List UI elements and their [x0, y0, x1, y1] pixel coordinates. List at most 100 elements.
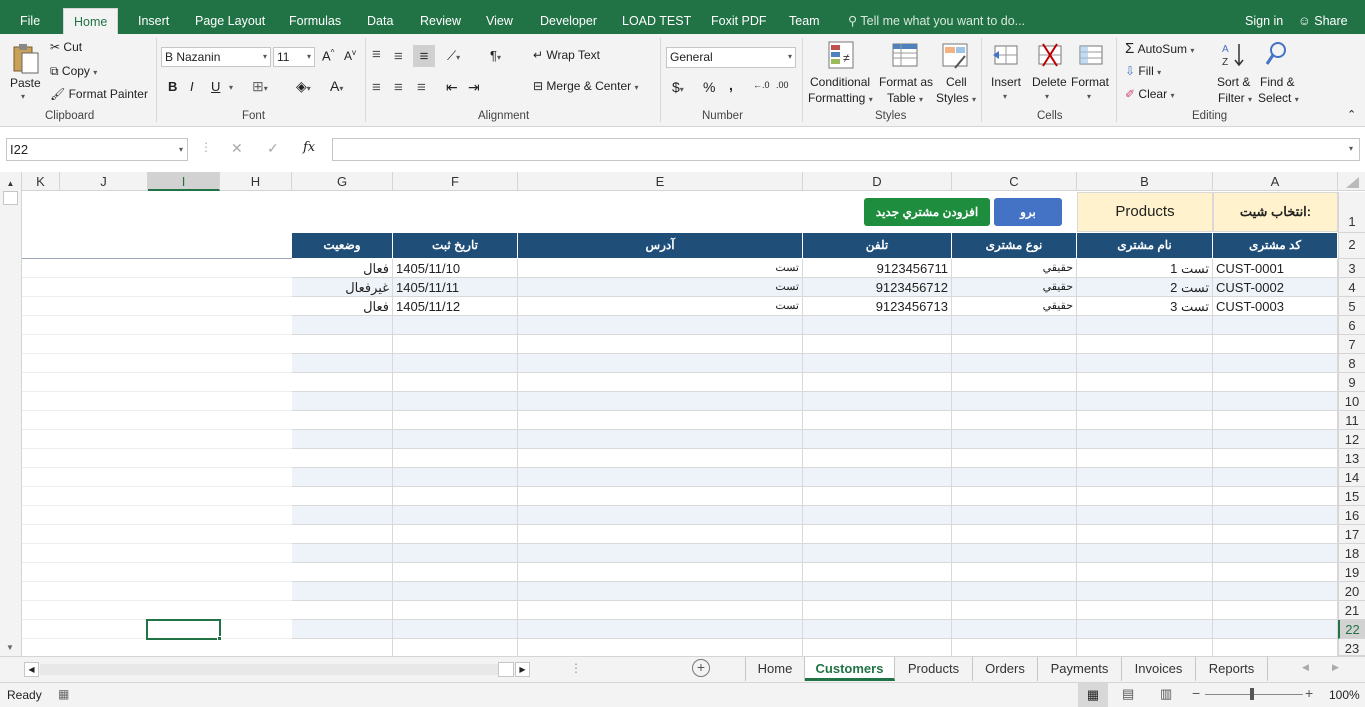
- empty-cell[interactable]: [952, 373, 1077, 392]
- find-select-icon[interactable]: [1263, 39, 1291, 71]
- row-header-6[interactable]: 6: [1338, 316, 1365, 335]
- empty-cell[interactable]: [803, 411, 952, 430]
- empty-cell[interactable]: [1077, 449, 1213, 468]
- empty-area-row[interactable]: [22, 411, 292, 430]
- empty-cell[interactable]: [518, 335, 803, 354]
- delete-cells-button[interactable]: Delete: [1032, 75, 1067, 89]
- empty-cell[interactable]: [292, 411, 393, 430]
- sort-filter-label[interactable]: Filter ▾: [1218, 91, 1252, 105]
- empty-cell[interactable]: [1077, 354, 1213, 373]
- insert-function-button[interactable]: fx: [303, 140, 315, 155]
- cell-styles-label[interactable]: Styles ▾: [936, 91, 976, 105]
- empty-area-row[interactable]: [22, 563, 292, 582]
- cell-phone[interactable]: 9123456713: [803, 297, 952, 316]
- conditional-formatting-button[interactable]: Conditional: [810, 75, 870, 89]
- cell-status[interactable]: فعال: [292, 297, 393, 316]
- delete-cells-icon[interactable]: [1034, 39, 1066, 71]
- empty-cell[interactable]: [518, 487, 803, 506]
- row-header-9[interactable]: 9: [1338, 373, 1365, 392]
- empty-cell[interactable]: [518, 316, 803, 335]
- empty-cell[interactable]: [803, 392, 952, 411]
- number-format-dropdown[interactable]: General ▾: [666, 47, 796, 68]
- tab-review[interactable]: Review: [420, 0, 461, 34]
- empty-cell[interactable]: [1077, 582, 1213, 601]
- format-cells-button[interactable]: Format: [1071, 75, 1109, 89]
- comma-button[interactable]: ,: [729, 77, 733, 93]
- empty-cell[interactable]: [393, 373, 518, 392]
- name-box[interactable]: I22 ▾: [6, 138, 188, 161]
- empty-cell[interactable]: [1213, 620, 1338, 639]
- italic-button[interactable]: I: [190, 79, 194, 94]
- sheet-tab-products[interactable]: Products: [895, 657, 973, 681]
- row-header-7[interactable]: 7: [1338, 335, 1365, 354]
- empty-cell[interactable]: [952, 582, 1077, 601]
- tab-team[interactable]: Team: [789, 0, 820, 34]
- column-header-b[interactable]: B: [1077, 172, 1213, 191]
- empty-cell[interactable]: [292, 335, 393, 354]
- empty-cell[interactable]: [952, 506, 1077, 525]
- row-header-23[interactable]: 23: [1338, 639, 1365, 656]
- rtl-paragraph-icon[interactable]: ¶▾: [490, 48, 501, 63]
- empty-cell[interactable]: [803, 316, 952, 335]
- row-header-16[interactable]: 16: [1338, 506, 1365, 525]
- vertical-scroll-thumb[interactable]: [3, 191, 18, 205]
- empty-cell[interactable]: [393, 335, 518, 354]
- empty-cell[interactable]: [292, 487, 393, 506]
- empty-cell[interactable]: [292, 620, 393, 639]
- cell-customer-type[interactable]: حقيقي: [952, 259, 1077, 278]
- formula-input[interactable]: [332, 138, 1360, 161]
- empty-cell[interactable]: [803, 601, 952, 620]
- empty-cell[interactable]: [952, 487, 1077, 506]
- empty-cell[interactable]: [1213, 373, 1338, 392]
- sheet-tab-customers[interactable]: Customers: [805, 657, 895, 681]
- conditional-formatting-label[interactable]: Formatting ▾: [808, 91, 873, 105]
- font-name-dropdown[interactable]: B Nazanin ▾: [161, 47, 271, 67]
- empty-cell[interactable]: [1077, 620, 1213, 639]
- format-as-table-icon[interactable]: [890, 39, 920, 71]
- empty-cell[interactable]: [803, 563, 952, 582]
- empty-area-row[interactable]: [22, 582, 292, 601]
- column-header-g[interactable]: G: [292, 172, 393, 191]
- empty-cell[interactable]: [1077, 335, 1213, 354]
- empty-cell[interactable]: [393, 468, 518, 487]
- align-middle-icon[interactable]: ≡: [394, 48, 403, 65]
- collapse-ribbon-icon[interactable]: ⌃: [1347, 108, 1356, 121]
- empty-cell[interactable]: [518, 525, 803, 544]
- bold-button[interactable]: B: [168, 79, 177, 94]
- empty-cell[interactable]: [803, 525, 952, 544]
- cell-address[interactable]: تست: [518, 259, 803, 278]
- empty-cell[interactable]: [952, 449, 1077, 468]
- sheet-tab-invoices[interactable]: Invoices: [1122, 657, 1196, 681]
- vertical-scrollbar[interactable]: ▼: [0, 191, 22, 656]
- sort-filter-button[interactable]: Sort &: [1217, 75, 1250, 89]
- format-as-table-label[interactable]: Table ▾: [887, 91, 923, 105]
- empty-area-row[interactable]: [22, 601, 292, 620]
- empty-cell[interactable]: [292, 373, 393, 392]
- merge-center-button[interactable]: ⊟ Merge & Center ▾: [533, 79, 638, 93]
- empty-cell[interactable]: [1213, 392, 1338, 411]
- decrease-decimal-icon[interactable]: .00: [776, 80, 789, 90]
- zoom-slider[interactable]: [1205, 694, 1303, 695]
- empty-cell[interactable]: [518, 506, 803, 525]
- add-customer-button[interactable]: افزودن مشتري جديد: [864, 198, 990, 226]
- font-size-dropdown[interactable]: 11 ▾: [273, 47, 315, 67]
- empty-cell[interactable]: [1213, 468, 1338, 487]
- empty-cell[interactable]: [952, 620, 1077, 639]
- empty-cell[interactable]: [292, 316, 393, 335]
- tab-insert[interactable]: Insert: [138, 0, 169, 34]
- sign-in-link[interactable]: Sign in: [1245, 0, 1283, 34]
- format-chevron-icon[interactable]: ▾: [1087, 92, 1091, 101]
- empty-cell[interactable]: [1213, 525, 1338, 544]
- sheet-tab-payments[interactable]: Payments: [1038, 657, 1122, 681]
- cancel-icon[interactable]: ✕: [231, 140, 243, 157]
- insert-cells-button[interactable]: Insert: [991, 75, 1021, 89]
- empty-cell[interactable]: [518, 430, 803, 449]
- row-header-12[interactable]: 12: [1338, 430, 1365, 449]
- empty-cell[interactable]: [393, 354, 518, 373]
- empty-cell[interactable]: [393, 582, 518, 601]
- empty-cell[interactable]: [292, 525, 393, 544]
- empty-cell[interactable]: [1213, 411, 1338, 430]
- column-header-c[interactable]: C: [952, 172, 1077, 191]
- empty-cell[interactable]: [518, 582, 803, 601]
- insert-cells-icon[interactable]: [990, 39, 1022, 71]
